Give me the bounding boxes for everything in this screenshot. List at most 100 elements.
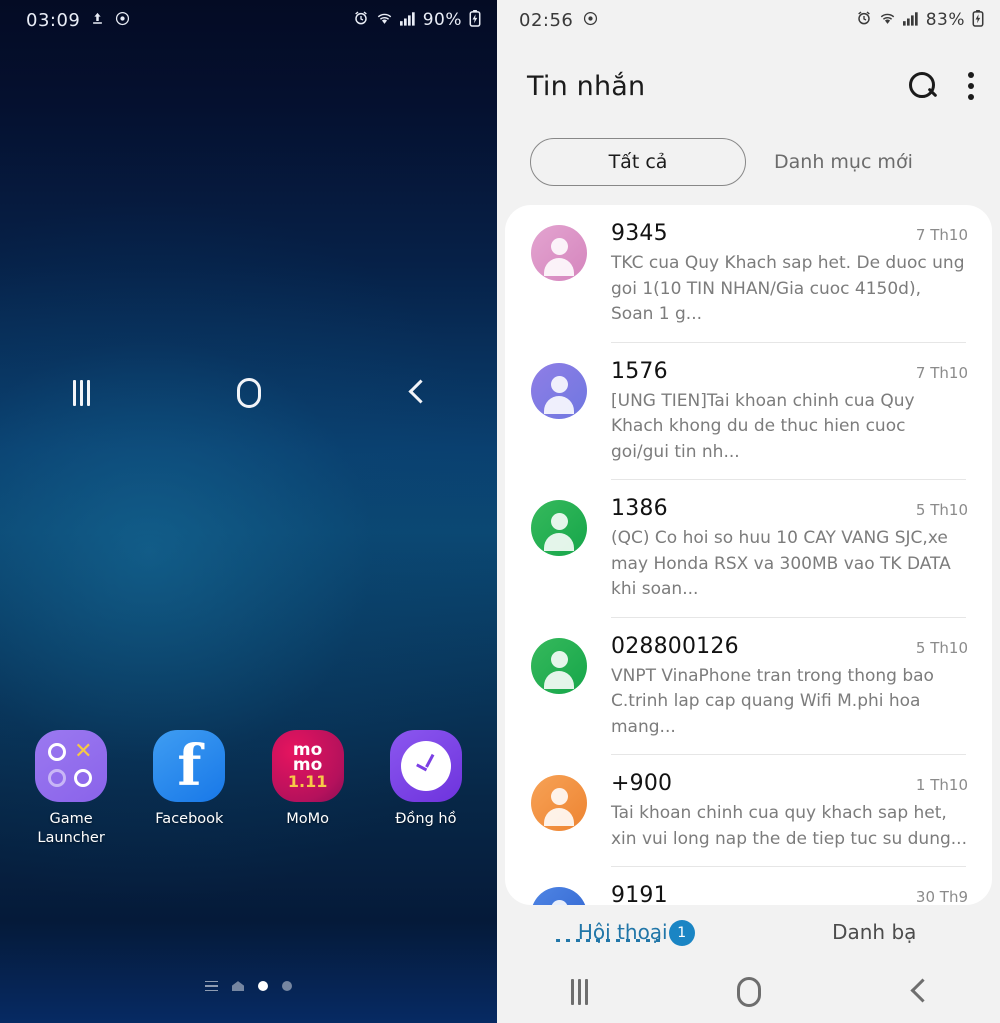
search-icon[interactable]	[908, 71, 938, 101]
clock-icon	[389, 730, 462, 802]
recents-icon[interactable]	[571, 978, 589, 1005]
alarm-icon	[856, 10, 872, 30]
momo-wordmark: mo mo	[292, 739, 323, 775]
list-item-top: +900 1 Th10	[611, 771, 968, 796]
filter-chips: Tất cả Danh mục mới	[497, 132, 1000, 186]
status-badge: 1	[668, 920, 695, 946]
page-dot-active[interactable]	[258, 981, 268, 992]
apps-page-icon[interactable]	[205, 981, 218, 992]
list-item-body: +900 1 Th10 Tai khoan chinh cua quy khac…	[587, 771, 968, 866]
chip-danh-muc-moi[interactable]: Danh mục mới	[774, 138, 913, 186]
conversation-date: 30 Th9	[915, 888, 968, 905]
list-item[interactable]: 028800126 5 Th10 VNPT VinaPhone tran tro…	[505, 618, 992, 755]
avatar	[531, 887, 587, 905]
wifi-icon	[879, 11, 896, 30]
home-nav-bar	[0, 361, 497, 424]
clock-circle-icon	[115, 11, 130, 30]
conversation-snippet: (QC) Co hoi so huu 10 CAY VANG SJC,xe ma…	[611, 528, 951, 599]
back-icon[interactable]	[910, 979, 926, 1005]
clock-face	[400, 741, 451, 791]
conversation-name: +900	[611, 771, 673, 796]
conversation-date: 7 Th10	[915, 363, 968, 382]
conversation-date: 1 Th10	[915, 776, 968, 794]
conversation-name: 028800126	[611, 633, 739, 659]
list-item-body: 028800126 5 Th10 VNPT VinaPhone tran tro…	[587, 634, 968, 755]
avatar	[531, 637, 587, 694]
conversation-list[interactable]: 9345 7 Th10 TKC cua Quy Khach sap het. D…	[505, 205, 992, 905]
conversation-snippet: TKC cua Quy Khach sap het. De duoc ung g…	[611, 253, 965, 324]
recents-icon[interactable]	[73, 379, 91, 406]
page-title: Tin nhắn	[527, 70, 646, 102]
dual-screenshot: 03:09 90% ✕ Game Launcher f Facebook mo …	[0, 0, 1000, 1023]
tab-hoi-thoai[interactable]: Hội thoại 1	[497, 920, 749, 946]
back-icon[interactable]	[408, 380, 424, 406]
list-item-body: 9191 30 Th9	[587, 883, 968, 905]
upload-icon	[90, 11, 105, 30]
conversation-name: 1576	[611, 358, 668, 384]
home-page-icon[interactable]	[232, 981, 244, 992]
tab-underline	[555, 939, 664, 942]
page-indicator	[0, 981, 497, 992]
game-launcher-icon: ✕	[35, 730, 108, 802]
avatar	[531, 225, 587, 281]
list-item-body: 1576 7 Th10 [UNG TIEN]Tai khoan chinh cu…	[587, 359, 968, 480]
conversation-name: 9191	[611, 883, 668, 905]
game-launcher-glyph: ✕	[48, 741, 94, 789]
list-item[interactable]: 9345 7 Th10 TKC cua Quy Khach sap het. D…	[505, 205, 992, 342]
list-item-body: 1386 5 Th10 (QC) Co hoi so huu 10 CAY VA…	[587, 496, 968, 617]
alarm-icon	[353, 10, 369, 30]
momo-icon: mo mo 1.11	[271, 730, 344, 802]
list-item-top: 1386 5 Th10	[611, 496, 968, 521]
conversation-date: 5 Th10	[915, 638, 968, 657]
list-item-top: 1576 7 Th10	[611, 359, 968, 384]
list-item-body: 9345 7 Th10 TKC cua Quy Khach sap het. D…	[587, 221, 968, 342]
status-clock: 02:56	[519, 9, 574, 31]
conversation-name: 1386	[611, 496, 668, 521]
status-clock: 03:09	[26, 9, 81, 31]
header-actions	[908, 71, 974, 101]
facebook-f-glyph: f	[177, 733, 202, 799]
app-label: Facebook	[155, 811, 224, 827]
list-item-top: 9191 30 Th9	[611, 883, 968, 905]
avatar	[531, 362, 587, 419]
signal-icon	[399, 11, 416, 30]
android-home-screen: 03:09 90% ✕ Game Launcher f Facebook mo …	[0, 0, 497, 1023]
status-left: 02:56	[519, 10, 598, 31]
app-label: Đồng hồ	[395, 811, 457, 827]
home-icon[interactable]	[236, 377, 261, 408]
app-game-launcher[interactable]: ✕ Game Launcher	[19, 730, 123, 847]
wifi-icon	[376, 11, 393, 30]
avatar	[531, 775, 587, 831]
app-dong-ho[interactable]: Đồng hồ	[374, 730, 478, 847]
chip-tat-ca[interactable]: Tất cả	[530, 138, 746, 186]
conversation-name: 9345	[611, 221, 668, 246]
app-facebook[interactable]: f Facebook	[137, 730, 241, 847]
signal-icon	[902, 11, 919, 30]
conversation-snippet: [UNG TIEN]Tai khoan chinh cua Quy Khach …	[611, 390, 915, 462]
tab-danh-ba[interactable]: Danh bạ	[749, 920, 1000, 944]
list-item[interactable]: 1386 5 Th10 (QC) Co hoi so huu 10 CAY VA…	[505, 480, 992, 617]
app-label-momo: MoMo	[286, 811, 329, 827]
home-icon[interactable]	[736, 976, 761, 1007]
list-item[interactable]: +900 1 Th10 Tai khoan chinh cua quy khac…	[505, 755, 992, 866]
conversation-list-inner: 9345 7 Th10 TKC cua Quy Khach sap het. D…	[505, 205, 992, 905]
page-dot[interactable]	[282, 981, 292, 992]
app-label: Game Launcher	[37, 811, 105, 846]
app-momo[interactable]: momo 1.11 Đồng hồ MoMo	[256, 730, 360, 847]
conversation-date: 5 Th10	[915, 501, 968, 519]
bottom-tab-bar: Hội thoại 1 Danh bạ	[497, 904, 1000, 960]
wallpaper-glow	[0, 0, 497, 1023]
battery-percent: 90%	[422, 10, 462, 30]
list-item[interactable]: 9191 30 Th9	[505, 867, 992, 905]
clock-circle-icon	[583, 11, 598, 30]
status-left: 03:09	[26, 10, 130, 31]
tab-label: Danh bạ	[832, 920, 917, 944]
battery-percent: 83%	[925, 10, 965, 30]
list-item[interactable]: 1576 7 Th10 [UNG TIEN]Tai khoan chinh cu…	[505, 343, 992, 480]
messages-nav-bar	[497, 960, 1000, 1023]
more-options-icon[interactable]	[968, 72, 974, 100]
momo-version: 1.11	[287, 771, 328, 791]
app-grid: ✕ Game Launcher f Facebook mo mo 1.11 Mo…	[0, 730, 497, 847]
status-right: 90%	[353, 9, 481, 31]
status-right: 83%	[856, 9, 984, 31]
